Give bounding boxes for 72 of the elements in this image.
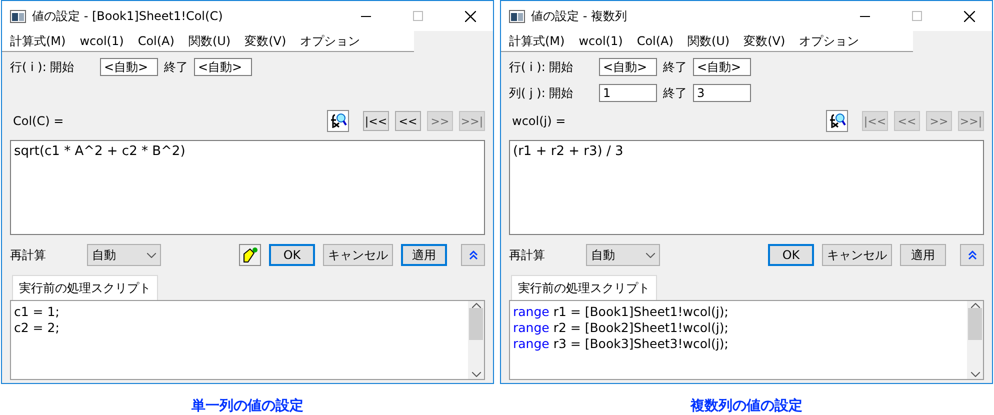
recalculate-dropdown[interactable]: 自動 xyxy=(87,244,161,266)
menu-item[interactable]: 計算式(M) xyxy=(509,32,565,50)
navigation-button[interactable]: |<< xyxy=(363,111,389,131)
menu-item[interactable]: 変数(V) xyxy=(244,32,286,50)
end-field[interactable]: 3 xyxy=(693,84,751,102)
range-label: 行( i ): 開始 xyxy=(10,58,76,76)
recalculate-label: 再計算 xyxy=(10,246,47,264)
app-icon xyxy=(10,10,26,22)
dialog-button[interactable]: 適用 xyxy=(401,244,447,266)
menu-item[interactable]: 計算式(M) xyxy=(10,32,66,50)
menu-item[interactable]: 関数(U) xyxy=(687,32,730,50)
formula-field[interactable]: sqrt(c1 * A^2 + c2 * B^2) xyxy=(10,140,485,235)
end-field[interactable]: <自動> xyxy=(693,58,751,76)
start-field[interactable]: <自動> xyxy=(100,58,158,76)
menu-item[interactable]: オプション xyxy=(300,32,360,50)
dialog-button[interactable]: キャンセル xyxy=(822,244,892,266)
figure-caption: 複数列の値の設定 xyxy=(690,397,802,415)
scroll-down-icon[interactable] xyxy=(970,372,980,377)
navigation-button[interactable]: << xyxy=(395,111,421,131)
scroll-up-icon[interactable] xyxy=(970,303,980,308)
end-field[interactable]: <自動> xyxy=(194,58,252,76)
dialog-button[interactable]: OK xyxy=(768,244,814,266)
range-label: 列( j ): 開始 xyxy=(509,84,574,102)
script-editor[interactable]: c1 = 1; c2 = 2; xyxy=(10,300,485,380)
scroll-down-icon[interactable] xyxy=(472,372,480,377)
chevron-down-icon xyxy=(147,252,156,258)
double-caret-up-icon xyxy=(468,250,478,260)
dialog-button[interactable]: 適用 xyxy=(900,244,946,266)
start-field[interactable]: <自動> xyxy=(599,58,657,76)
script-line: range r2 = [Book2]Sheet1!wcol(j); xyxy=(513,320,730,336)
recalculate-label: 再計算 xyxy=(509,246,546,264)
formula-field[interactable]: (r1 + r2 + r3) / 3 xyxy=(509,140,984,235)
recalculate-dropdown[interactable]: 自動 xyxy=(586,244,660,266)
formula-label: Col(C) = xyxy=(12,114,65,128)
function-search-button[interactable] xyxy=(327,110,349,132)
window-title: 値の設定 - 複数列 xyxy=(531,8,628,24)
double-caret-up-icon xyxy=(968,250,976,260)
scrollbar-thumb[interactable] xyxy=(968,308,982,340)
dialog-button[interactable]: キャンセル xyxy=(323,244,393,266)
end-label: 終了 xyxy=(663,58,687,76)
close-icon[interactable] xyxy=(464,10,476,22)
menu-item[interactable]: オプション xyxy=(799,32,860,50)
script-line: range r1 = [Book1]Sheet1!wcol(j); xyxy=(513,304,730,320)
script-line: c2 = 2; xyxy=(14,320,60,336)
menu-item[interactable]: Col(A) xyxy=(138,34,174,48)
menu-item[interactable]: wcol(1) xyxy=(80,34,124,48)
collapse-button[interactable] xyxy=(960,244,984,266)
scroll-up-icon[interactable] xyxy=(472,303,480,308)
brush-button[interactable] xyxy=(239,244,261,266)
end-label: 終了 xyxy=(164,58,188,76)
menu-item[interactable]: Col(A) xyxy=(636,34,674,48)
script-tab[interactable]: 実行前の処理スクリプト xyxy=(12,275,158,300)
formula-label: wcol(j) = xyxy=(511,114,567,128)
window-title: 値の設定 - [Book1]Sheet1!Col(C) xyxy=(32,8,224,24)
range-label: 行( i ): 開始 xyxy=(509,58,574,76)
script-tab[interactable]: 実行前の処理スクリプト xyxy=(511,275,657,300)
scrollbar-thumb[interactable] xyxy=(469,308,483,340)
menu-item[interactable]: wcol(1) xyxy=(578,34,623,48)
script-line: c1 = 1; xyxy=(14,304,60,320)
script-editor[interactable]: range r1 = [Book1]Sheet1!wcol(j); range r2 = [Book2]Sheet1!wcol(j); range r3 = [Book3]Sheet3!wcol(j); xyxy=(509,300,984,380)
collapse-button[interactable] xyxy=(461,244,485,266)
chevron-down-icon xyxy=(646,252,655,258)
app-icon xyxy=(509,10,525,22)
menu-item[interactable]: 変数(V) xyxy=(744,32,786,50)
figure-caption: 単一列の値の設定 xyxy=(192,397,304,415)
dialog-button[interactable]: OK xyxy=(269,244,315,266)
function-search-button[interactable] xyxy=(826,110,848,132)
end-label: 終了 xyxy=(663,84,687,102)
script-line: range r3 = [Book3]Sheet3!wcol(j); xyxy=(513,336,730,352)
start-field[interactable]: 1 xyxy=(599,84,657,102)
menu-item[interactable]: 関数(U) xyxy=(188,32,231,50)
close-icon[interactable] xyxy=(964,10,974,22)
